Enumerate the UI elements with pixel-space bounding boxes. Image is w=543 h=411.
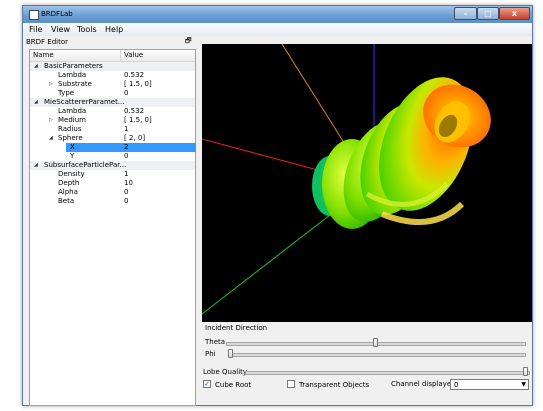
tree-row-name: Depth: [58, 179, 80, 187]
transparent-objects-label: Transparent Objects: [299, 381, 370, 389]
tree-row-value[interactable]: 10: [124, 179, 133, 188]
collapse-arrow-icon[interactable]: ◢: [34, 161, 38, 170]
tree-row[interactable]: ◢ Sphere [ 2, 0]: [30, 134, 195, 143]
tree-row[interactable]: Density 1: [30, 170, 195, 179]
channel-displayed-label: Channel displayed:: [391, 380, 458, 388]
tree-row-name: BasicParameters: [44, 62, 103, 70]
cube-root-checkbox[interactable]: ✓: [203, 380, 211, 388]
tree-row-name: Y: [70, 152, 75, 160]
tree-group-row[interactable]: ◢ MieScattererParamet...: [30, 98, 195, 107]
tree-row[interactable]: Y0: [30, 152, 195, 161]
app-window: BRDFLab – □ x File View Tools Help BRDF …: [22, 5, 533, 406]
menu-file[interactable]: File: [29, 25, 42, 34]
tree-row-value[interactable]: 0: [124, 152, 128, 161]
tree-row-name: Medium: [58, 116, 86, 124]
tree-row-name: SubsurfaceParticlePar...: [44, 161, 127, 169]
tree-group-row[interactable]: ◢ SubsurfaceParticlePar...: [30, 161, 195, 170]
float-window-icon[interactable]: 🗗: [185, 37, 192, 48]
tree-row[interactable]: ▷ Medium [ 1.5, 0]: [30, 116, 195, 125]
tree-row-name: Substrate: [58, 80, 92, 88]
column-name-header[interactable]: Name: [33, 51, 54, 59]
tree-row-name: Beta: [58, 197, 75, 205]
cube-root-label: Cube Root: [215, 381, 252, 389]
tree-row-value[interactable]: 1: [124, 170, 128, 179]
lobe-shape: [312, 77, 491, 229]
3d-viewport[interactable]: [202, 44, 532, 322]
phi-slider-handle[interactable]: [228, 349, 233, 358]
menu-bar: File View Tools Help: [23, 23, 532, 36]
tree-group-row[interactable]: ◢ BasicParameters: [30, 62, 195, 71]
tree-row-name: Type: [58, 89, 75, 97]
tree-row[interactable]: Lambda 0.532: [30, 71, 195, 80]
maximize-button[interactable]: □: [477, 7, 499, 20]
tree-row[interactable]: Alpha 0: [30, 188, 195, 197]
selection-highlight: [121, 143, 196, 152]
tree-row-name: Alpha: [58, 188, 78, 196]
tree-row-value[interactable]: 0.532: [124, 71, 144, 80]
collapse-arrow-icon[interactable]: ◢: [34, 98, 38, 107]
editor-panel-title: BRDF Editor: [26, 38, 69, 46]
theta-label: Theta: [205, 338, 226, 346]
tree-header: Name Value: [30, 50, 195, 62]
tree-row-value[interactable]: 2: [124, 143, 128, 152]
title-bar[interactable]: BRDFLab – □ x: [23, 6, 532, 23]
tree-row-value[interactable]: 0: [124, 197, 128, 206]
lobe-quality-slider-track[interactable]: [245, 371, 530, 375]
menu-help[interactable]: Help: [105, 25, 123, 34]
menu-view[interactable]: View: [51, 25, 70, 34]
tree-row-value[interactable]: 0.532: [124, 107, 144, 116]
tree-row-value[interactable]: [ 1.5, 0]: [124, 80, 152, 89]
theta-slider-handle[interactable]: [372, 338, 378, 347]
transparent-objects-checkbox[interactable]: [287, 380, 295, 388]
minimize-button[interactable]: –: [454, 7, 477, 20]
close-button[interactable]: x: [499, 7, 530, 20]
brdf-lobe-render: [202, 44, 491, 315]
expand-arrow-icon[interactable]: ▷: [49, 80, 53, 89]
lobe-quality-label: Lobe Quality: [203, 368, 248, 376]
tree-row[interactable]: Depth 10: [30, 179, 195, 188]
tree-row-name: Radius: [58, 125, 82, 133]
channel-select-value: 0: [454, 381, 459, 389]
tree-row[interactable]: ▷ Substrate [ 1.5, 0]: [30, 80, 195, 89]
collapse-arrow-icon[interactable]: ◢: [49, 134, 53, 143]
parameter-tree[interactable]: Name Value ◢ BasicParameters Lambda 0.532 ▷ S…: [29, 49, 196, 406]
tree-row-name: Density: [58, 170, 85, 178]
phi-label: Phi: [205, 350, 216, 358]
phi-slider-track[interactable]: [228, 353, 526, 357]
tree-row[interactable]: Beta 0: [30, 197, 195, 206]
incident-direction-label: Incident Direction: [205, 324, 268, 332]
tree-row-name: Lambda: [58, 107, 87, 115]
channel-select[interactable]: 0 ▼: [450, 379, 529, 390]
tree-row-name: Sphere: [58, 134, 83, 142]
tree-row-value[interactable]: 1: [124, 125, 128, 134]
column-value-header[interactable]: Value: [124, 51, 143, 59]
chevron-down-icon: ▼: [521, 381, 526, 388]
tree-row[interactable]: X2: [30, 143, 196, 152]
tree-row[interactable]: Radius 1: [30, 125, 195, 134]
tree-row-value[interactable]: 0: [124, 89, 128, 98]
window-title: BRDFLab: [41, 10, 73, 18]
app-icon: [29, 10, 39, 20]
tree-row[interactable]: Lambda 0.532: [30, 107, 195, 116]
tree-row[interactable]: Type 0: [30, 89, 195, 98]
menu-tools[interactable]: Tools: [77, 25, 97, 34]
tree-row-value[interactable]: 0: [124, 188, 128, 197]
lobe-quality-slider-handle[interactable]: [523, 367, 528, 376]
tree-row-value[interactable]: [ 2, 0]: [124, 134, 145, 143]
tree-row-value[interactable]: [ 1.5, 0]: [124, 116, 152, 125]
tree-row-name: MieScattererParamet...: [44, 98, 125, 106]
tree-row-name: X: [70, 143, 75, 151]
collapse-arrow-icon[interactable]: ◢: [34, 62, 38, 71]
tree-row-name: Lambda: [58, 71, 87, 79]
column-divider[interactable]: [120, 50, 121, 61]
expand-arrow-icon[interactable]: ▷: [49, 116, 53, 125]
